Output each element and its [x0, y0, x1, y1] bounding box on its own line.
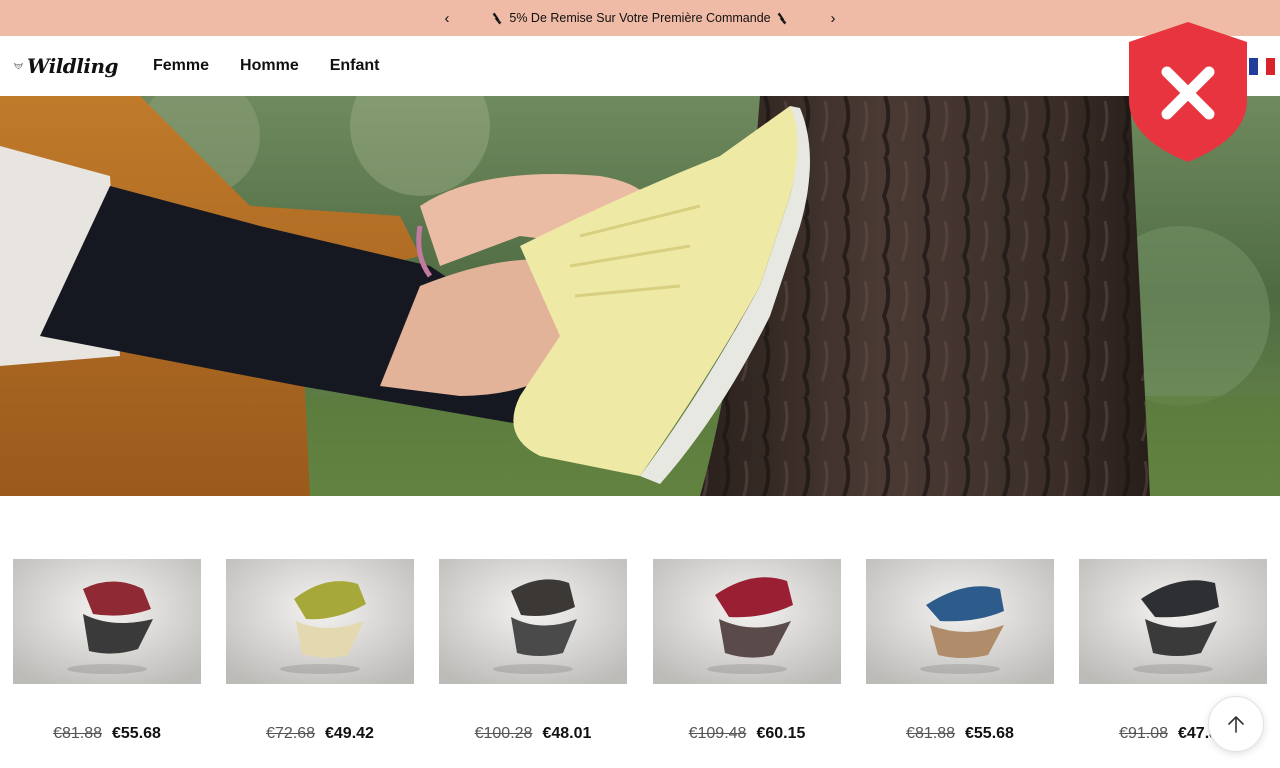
product-image[interactable] — [866, 559, 1054, 684]
logo[interactable]: Wildling — [14, 51, 119, 81]
bolt-icon — [493, 12, 502, 24]
product-carousel: €81.88 €55.68 €72.68 €49.42 €100.28 €48.… — [0, 559, 1280, 768]
new-price: €60.15 — [756, 725, 806, 742]
price-row: €109.48 €60.15 — [653, 725, 841, 743]
product-card[interactable]: €72.68 €49.42 — [226, 559, 414, 759]
shield-x-icon[interactable] — [1127, 20, 1249, 164]
nav-enfant[interactable]: Enfant — [330, 57, 380, 75]
chevron-left-icon[interactable]: ‹ — [437, 8, 457, 28]
old-price: €72.68 — [266, 725, 315, 742]
product-card[interactable]: €81.88 €55.68 — [866, 559, 1054, 759]
site-header: Wildling Femme Homme Enfant — [0, 36, 1280, 96]
fr-flag-icon[interactable] — [1249, 58, 1276, 75]
announcement-bar: ‹ 5% De Remise Sur Votre Première Comman… — [0, 0, 1280, 36]
product-card[interactable]: €81.88 €55.68 — [13, 559, 201, 759]
product-card[interactable]: €100.28 €48.01 — [439, 559, 627, 759]
product-card[interactable]: €109.48 €60.15 — [653, 559, 841, 759]
old-price: €100.28 — [474, 725, 533, 742]
old-price: €109.48 — [688, 725, 747, 742]
product-image[interactable] — [13, 559, 201, 684]
old-price: €91.08 — [1119, 725, 1168, 742]
bolt-icon — [777, 12, 786, 24]
new-price: €55.68 — [112, 725, 161, 742]
nav-homme[interactable]: Homme — [240, 57, 299, 75]
price-row: €72.68 €49.42 — [226, 725, 414, 743]
new-price: €55.68 — [965, 725, 1014, 742]
hero-image — [0, 96, 1280, 496]
fox-logo-icon — [14, 63, 23, 70]
logo-text: Wildling — [26, 54, 119, 78]
announcement-message[interactable]: 5% De Remise Sur Votre Première Commande — [492, 11, 787, 25]
product-image[interactable] — [653, 559, 841, 684]
nav-femme[interactable]: Femme — [153, 57, 209, 75]
main-nav: Femme Homme Enfant — [153, 36, 380, 96]
announcement-text: 5% De Remise Sur Votre Première Commande — [509, 11, 771, 25]
new-price: €48.01 — [542, 725, 592, 742]
old-price: €81.88 — [906, 725, 955, 742]
new-price: €49.42 — [325, 725, 374, 742]
price-row: €81.88 €55.68 — [866, 725, 1054, 743]
arrow-up-icon — [1228, 716, 1244, 733]
product-image[interactable] — [439, 559, 627, 684]
product-image[interactable] — [1079, 559, 1267, 684]
product-image[interactable] — [226, 559, 414, 684]
chevron-right-icon[interactable]: › — [823, 8, 843, 28]
scroll-to-top-button[interactable] — [1208, 696, 1264, 752]
price-row: €81.88 €55.68 — [13, 725, 201, 743]
old-price: €81.88 — [53, 725, 102, 742]
price-row: €100.28 €48.01 — [439, 725, 627, 743]
